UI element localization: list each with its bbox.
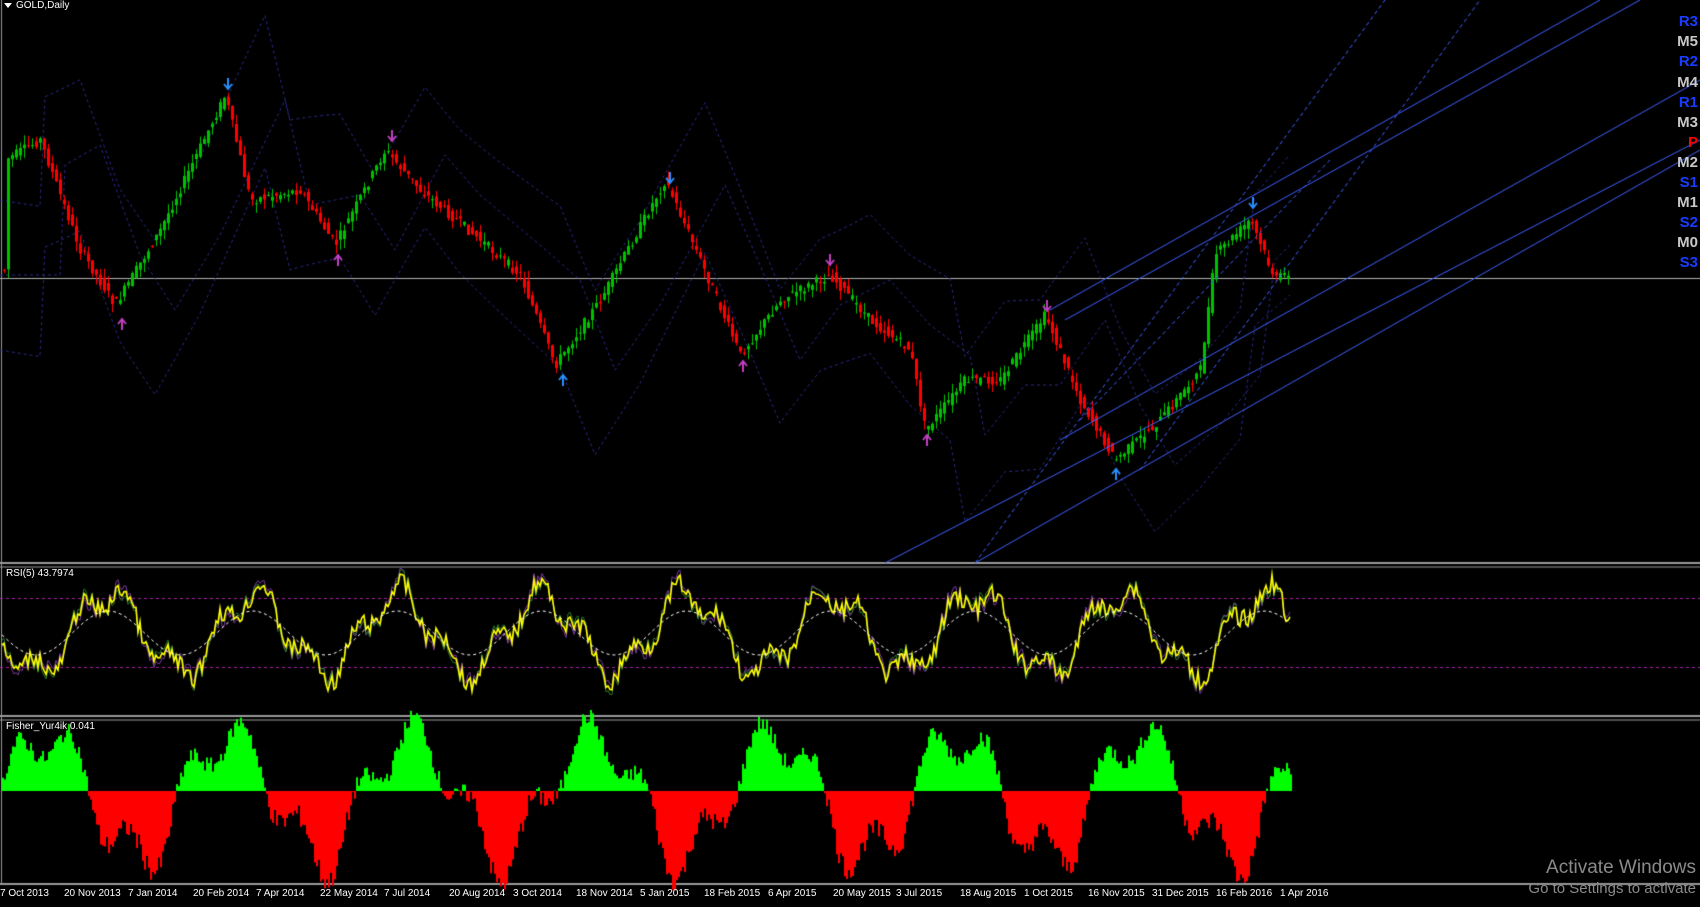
date-tick-label: 22 May 2014	[320, 888, 378, 899]
date-tick-label: 20 Aug 2014	[449, 888, 506, 899]
date-tick-label: 6 Apr 2015	[768, 888, 817, 899]
fisher-label: Fisher_Yur4ik 0.041	[6, 721, 95, 732]
date-tick-label: 20 Nov 2013	[64, 888, 121, 899]
pivot-level-p: P	[1687, 134, 1698, 151]
date-tick-label: 16 Feb 2016	[1216, 888, 1273, 899]
date-tick-label: 7 Oct 2013	[0, 888, 49, 899]
date-tick-label: 20 Feb 2014	[193, 888, 250, 899]
chart-canvas[interactable]	[0, 0, 1700, 907]
pivot-level-r3: R3	[1678, 13, 1698, 30]
date-tick-label: 3 Jul 2015	[896, 888, 943, 899]
rsi-label: RSI(5) 43.7974	[6, 568, 74, 579]
pivot-level-m1: M1	[1677, 194, 1698, 211]
date-tick-label: 5 Jan 2015	[640, 888, 690, 899]
date-tick-label: 31 Dec 2015	[1152, 888, 1209, 899]
pivot-level-s3: S3	[1679, 254, 1698, 271]
watermark-subtitle: Go to Settings to activate	[1528, 880, 1696, 897]
date-tick-label: 20 May 2015	[833, 888, 891, 899]
date-tick-label: 1 Apr 2016	[1280, 888, 1329, 899]
pivot-level-m3: M3	[1677, 114, 1698, 131]
pivot-level-m0: M0	[1677, 234, 1698, 251]
pivot-level-m5: M5	[1677, 33, 1698, 50]
pivot-level-s1: S1	[1679, 174, 1698, 191]
date-tick-label: 7 Jul 2014	[384, 888, 431, 899]
date-tick-label: 18 Aug 2015	[960, 888, 1017, 899]
pivot-level-s2: S2	[1679, 214, 1698, 231]
chart-title: GOLD,Daily	[16, 0, 70, 11]
chart-menu-icon[interactable]	[4, 3, 12, 8]
date-tick-label: 3 Oct 2014	[513, 888, 562, 899]
date-tick-label: 16 Nov 2015	[1088, 888, 1145, 899]
date-tick-label: 1 Oct 2015	[1024, 888, 1073, 899]
pivot-level-r1: R1	[1678, 94, 1698, 111]
watermark-title: Activate Windows	[1546, 857, 1696, 878]
pivot-level-m2: M2	[1677, 154, 1698, 171]
date-tick-label: 18 Nov 2014	[576, 888, 633, 899]
pivot-level-r2: R2	[1678, 53, 1698, 70]
date-tick-label: 7 Jan 2014	[128, 888, 178, 899]
pivot-level-m4: M4	[1677, 74, 1698, 91]
date-tick-label: 18 Feb 2015	[704, 888, 761, 899]
date-tick-label: 7 Apr 2014	[256, 888, 305, 899]
